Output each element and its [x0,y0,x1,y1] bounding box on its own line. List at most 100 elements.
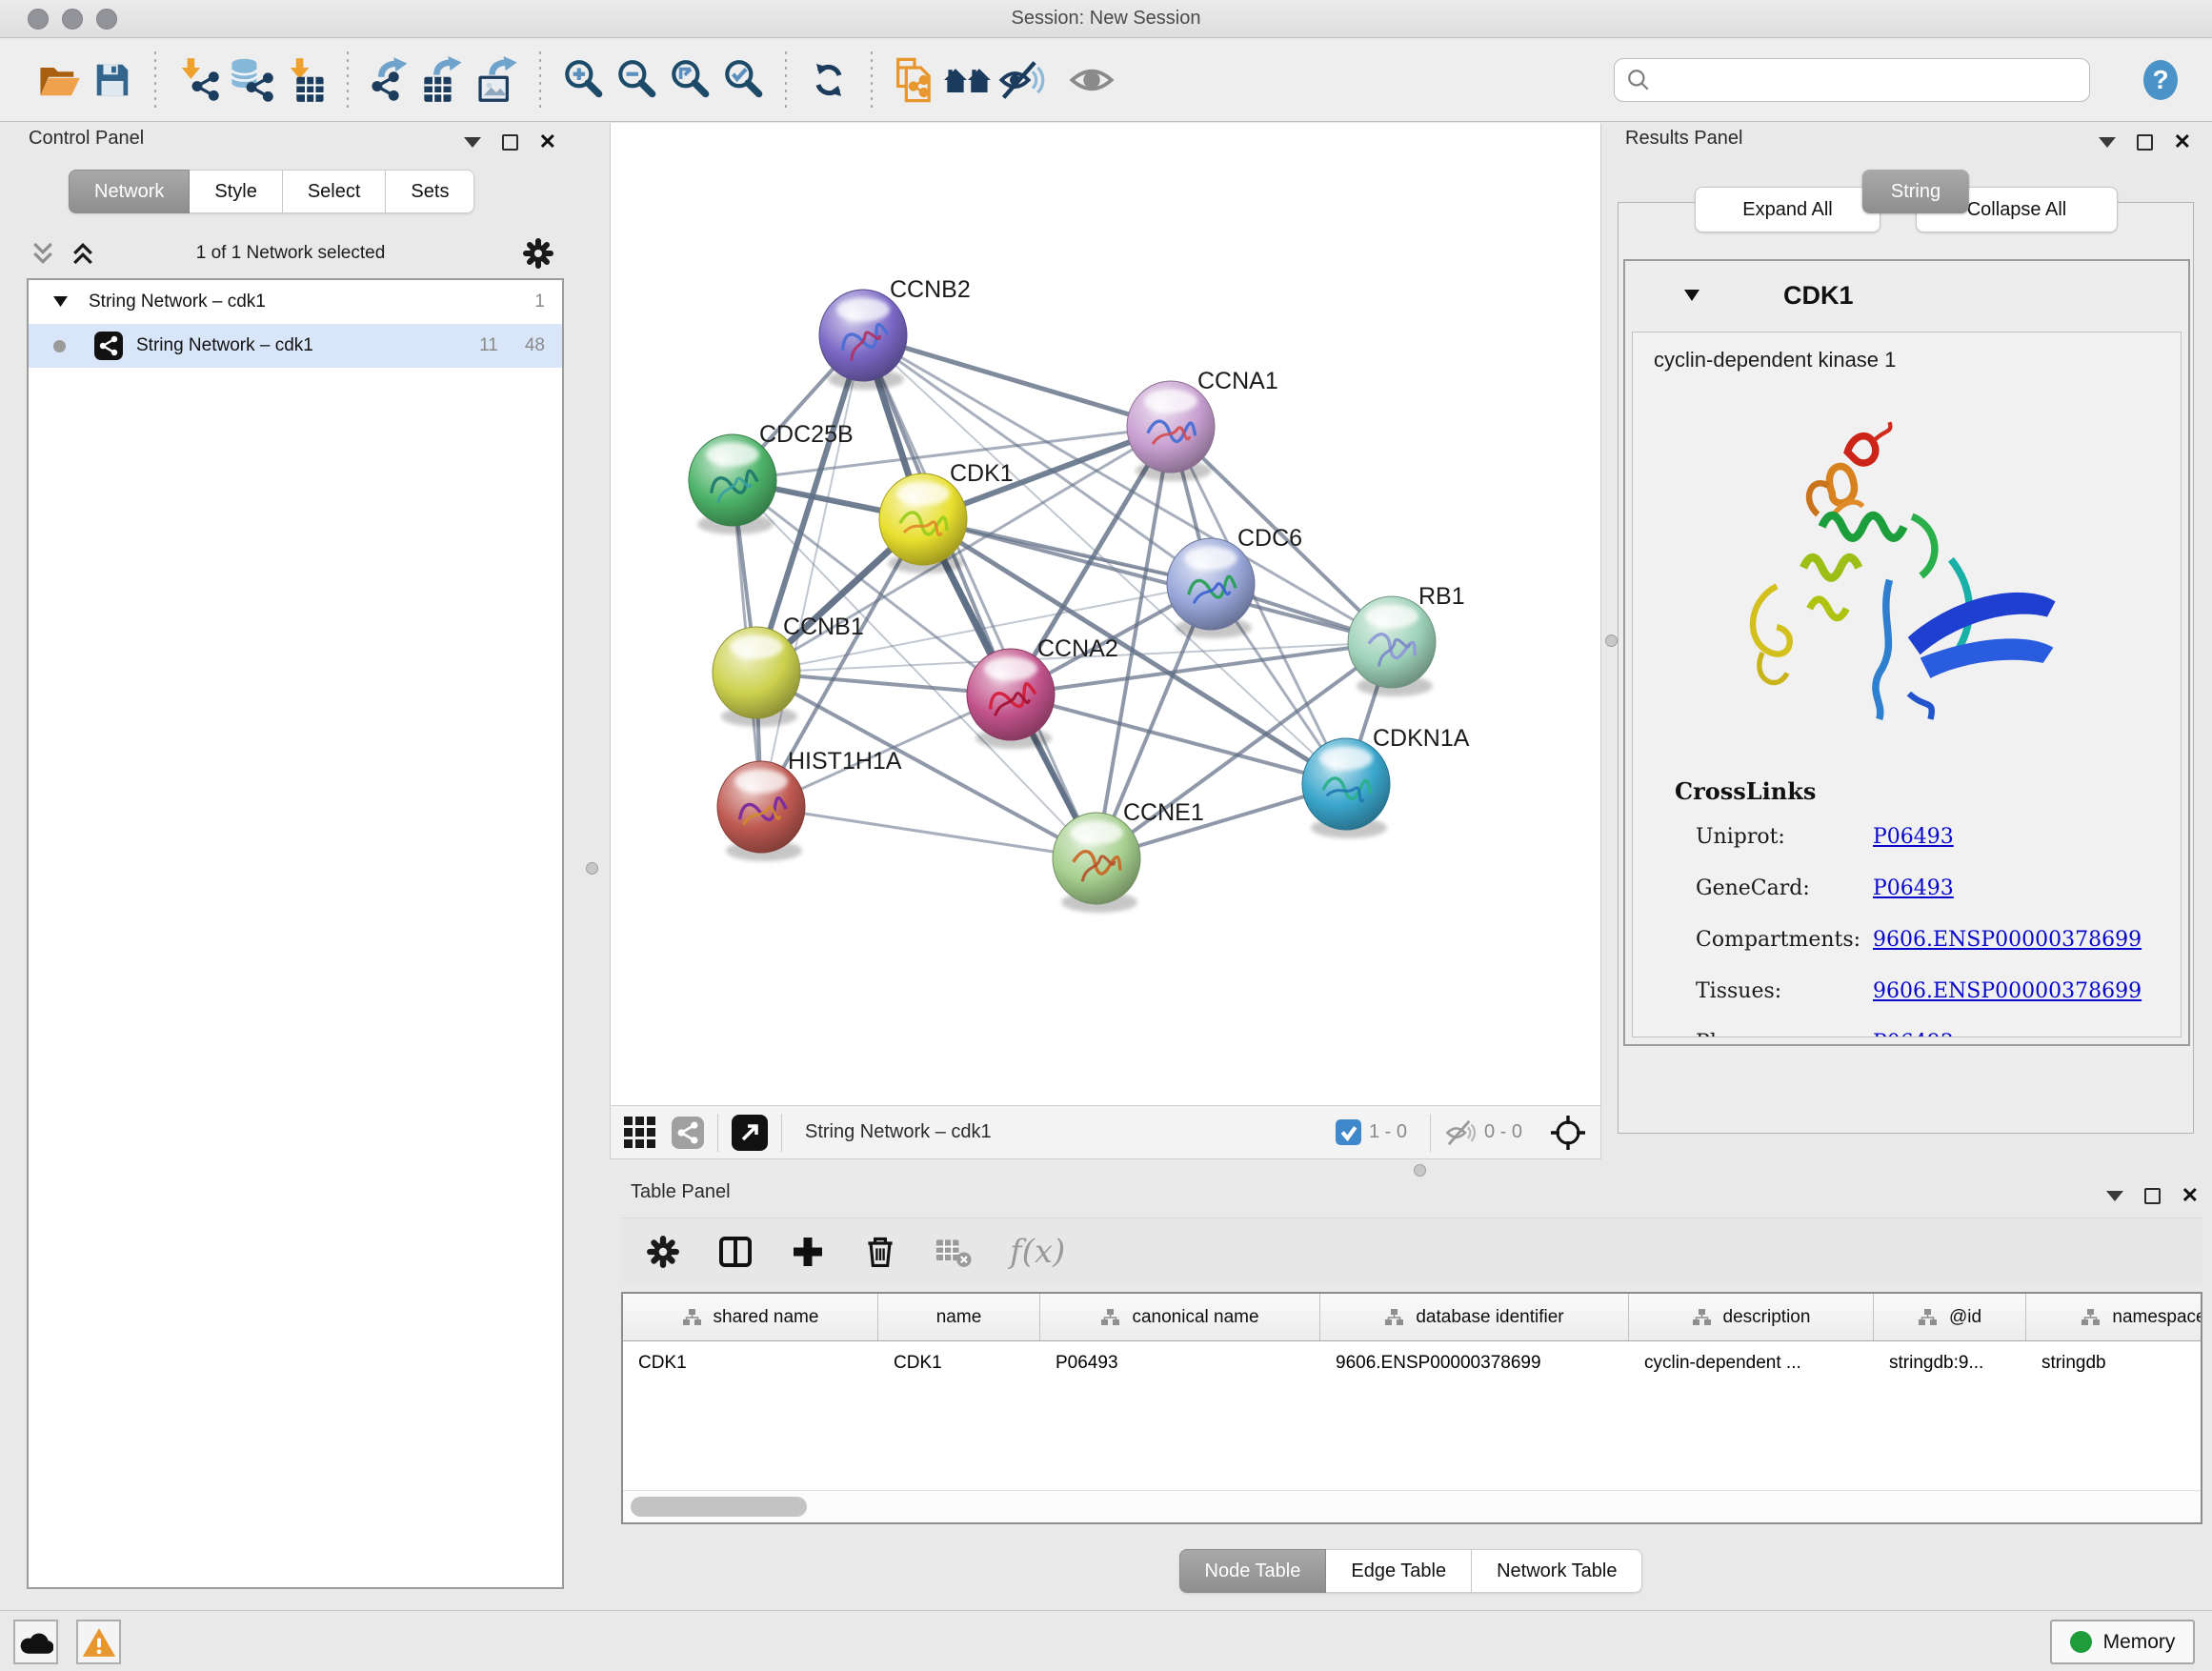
control-panel-float-icon[interactable] [502,134,518,151]
show-all-button[interactable] [1065,53,1118,107]
memory-button[interactable]: Memory [2050,1620,2195,1664]
column-header-label: name [936,1307,982,1328]
network-node-RB1[interactable]: RB1 [1348,583,1465,696]
network-node-CDK1[interactable]: CDK1 [879,460,1014,574]
network-edge-CDK1-RB1[interactable] [923,519,1392,642]
table-options-gear-icon[interactable] [646,1235,680,1269]
horizontal-splitter-handle[interactable] [1414,1164,1426,1177]
right-splitter-handle[interactable] [1605,634,1618,647]
column-header-shared-name[interactable]: shared name [623,1294,878,1340]
search-input[interactable] [1651,70,2061,91]
cloud-button[interactable] [13,1620,58,1664]
network-edge-CCNB2-HIST1H1A[interactable] [761,335,863,807]
network-node-CDC6[interactable]: CDC6 [1167,525,1302,638]
tab-style[interactable]: Style [190,170,282,213]
results-panel-float-icon[interactable] [2137,134,2153,151]
export-network-button[interactable] [364,53,417,107]
zoom-selected-button[interactable] [716,53,770,107]
tab-network-table[interactable]: Network Table [1472,1549,1642,1593]
zoom-fit-button[interactable] [663,53,716,107]
tab-select[interactable]: Select [283,170,387,213]
control-panel-collapse-icon[interactable] [464,137,481,148]
show-columns-icon[interactable] [718,1235,753,1269]
export-image-button[interactable] [471,53,524,107]
memory-status-dot [2070,1631,2092,1653]
results-panel-collapse-icon[interactable] [2099,137,2116,148]
column-header-namespace[interactable]: namespace [2026,1294,2202,1340]
network-node-CDC25B[interactable]: CDC25B [689,421,854,534]
eye-gray-icon [1068,60,1116,100]
clone-network-button[interactable] [888,53,941,107]
global-search[interactable] [1614,58,2090,102]
starter-panel-button[interactable] [941,53,995,107]
selected-checkbox-icon[interactable] [1336,1119,1361,1145]
column-header-database-identifier[interactable]: database identifier [1320,1294,1629,1340]
column-header-description[interactable]: description [1629,1294,1874,1340]
network-row[interactable]: String Network – cdk1 11 48 [29,324,562,368]
import-network-file-button[interactable] [171,53,225,107]
network-edge-CCNB2-CCNA1[interactable] [863,335,1171,427]
add-column-icon[interactable] [791,1235,825,1269]
crosslink-row: Uniprot:P06493 [1633,811,2181,862]
table-horizontal-scrollbar[interactable] [623,1490,2201,1522]
network-node-count: 11 [479,335,498,356]
birdseye-grid-icon[interactable] [624,1117,656,1149]
column-header-canonical-name[interactable]: canonical name [1040,1294,1320,1340]
crosshair-icon[interactable] [1549,1114,1587,1152]
open-in-new-icon[interactable] [732,1115,768,1151]
network-selection-status: 1 of 1 Network selected [11,243,570,264]
table-panel-close-icon[interactable]: ✕ [2182,1185,2199,1206]
warnings-button[interactable] [76,1620,121,1664]
table-panel-collapse-icon[interactable] [2106,1191,2123,1201]
gene-header-row[interactable]: CDK1 [1625,261,2188,330]
network-graph[interactable]: CCNB2CCNA1CDC25BCDK1CDC6RB1CCNB1CCNA2CDK… [611,123,1602,1105]
network-node-CCNA1[interactable]: CCNA1 [1127,368,1278,481]
crosslink-row: Compartments:9606.ENSP00000378699 [1633,914,2181,965]
column-header-id[interactable]: @id [1874,1294,2026,1340]
import-table-file-button[interactable] [278,53,332,107]
table-panel-title: Table Panel [631,1181,731,1203]
crosslink-label: Uniprot: [1696,825,1873,849]
tab-node-table[interactable]: Node Table [1179,1549,1327,1593]
table-body: CDK1CDK1P064939606.ENSP00000378699cyclin… [623,1341,2201,1385]
scrollbar-thumb[interactable] [631,1497,807,1517]
column-header-name[interactable]: name [878,1294,1040,1340]
network-share-icon[interactable] [672,1117,704,1149]
tree-expand-triangle-icon[interactable] [53,296,68,308]
crosslink-link[interactable]: P06493 [1873,876,1954,900]
tab-sets[interactable]: Sets [386,170,474,213]
crosslink-link[interactable]: P06493 [1873,825,1954,849]
tab-network[interactable]: Network [69,170,190,213]
tab-string[interactable]: String [1862,170,1969,213]
network-node-CCNB2[interactable]: CCNB2 [819,276,971,390]
table-panel-float-icon[interactable] [2144,1188,2161,1204]
help-button[interactable]: ? [2134,53,2187,107]
hide-selected-button[interactable] [995,53,1048,107]
network-edge-CCNB2-CCNE1[interactable] [863,335,1096,858]
export-table-button[interactable] [417,53,471,107]
zoom-out-button[interactable] [610,53,663,107]
zoom-in-button[interactable] [556,53,610,107]
left-splitter-handle[interactable] [586,862,598,875]
crosslink-link[interactable]: 9606.ENSP00000378699 [1873,928,2142,952]
apply-layout-button[interactable] [802,53,855,107]
network-canvas[interactable]: CCNB2CCNA1CDC25BCDK1CDC6RB1CCNB1CCNA2CDK… [610,123,1601,1105]
control-panel-close-icon[interactable]: ✕ [539,131,556,152]
expand-all-button[interactable]: Expand All [1695,187,1880,232]
tab-edge-table[interactable]: Edge Table [1326,1549,1472,1593]
network-collection-row[interactable]: String Network – cdk1 1 [29,280,562,324]
results-panel-close-icon[interactable]: ✕ [2174,131,2191,152]
crosslink-link[interactable]: P06493 [1873,1031,1954,1038]
gene-collapse-triangle-icon[interactable] [1684,290,1699,302]
import-network-database-button[interactable] [225,53,278,107]
crosslink-label: GeneCard: [1696,876,1873,900]
save-session-button[interactable] [86,53,139,107]
network-node-HIST1H1A[interactable]: HIST1H1A [717,748,902,861]
network-node-CDKN1A[interactable]: CDKN1A [1302,725,1470,838]
crosslink-link[interactable]: 9606.ENSP00000378699 [1873,979,2142,1003]
network-node-CCNB1[interactable]: CCNB1 [713,614,864,727]
network-options-gear-icon[interactable] [522,237,554,270]
delete-column-trash-icon[interactable] [863,1235,897,1269]
open-session-button[interactable] [32,53,86,107]
table-row[interactable]: CDK1CDK1P064939606.ENSP00000378699cyclin… [623,1341,2202,1385]
